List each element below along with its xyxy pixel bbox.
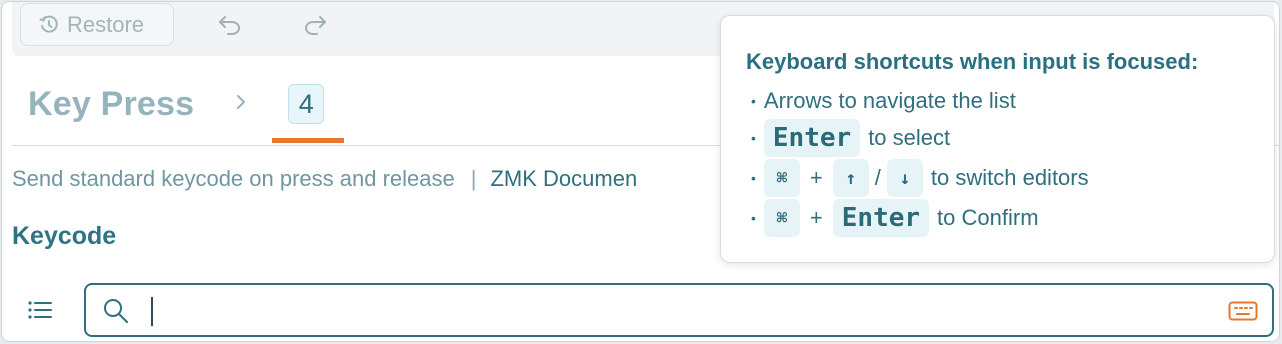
keycode-search-input[interactable]: [146, 295, 1210, 327]
command-key: ⌘: [763, 159, 800, 197]
breadcrumb-value-tab[interactable]: 4: [288, 84, 325, 124]
list-icon: [28, 301, 52, 319]
shortcut-row-select: • Enter to select: [751, 119, 950, 157]
shortcut-row-switch-editors: • ⌘ + ↑ / ↓ to switch editors: [751, 159, 1089, 197]
chevron-right-icon: [234, 92, 248, 117]
restore-icon: [39, 15, 58, 33]
shortcut-text: to Confirm: [937, 205, 1039, 230]
shortcut-text: to select: [868, 125, 951, 150]
keycode-search-box[interactable]: [84, 283, 1274, 337]
restore-button[interactable]: Restore: [20, 3, 174, 46]
restore-label: Restore: [67, 11, 145, 37]
description-separator: |: [470, 166, 477, 191]
bullet: •: [751, 93, 756, 109]
keyboard-shortcuts-popover: Keyboard shortcuts when input is focused…: [720, 15, 1275, 263]
slash-sign: /: [874, 165, 881, 190]
bullet: •: [751, 130, 756, 146]
shortcut-row-navigate: • Arrows to navigate the list: [751, 88, 1016, 114]
redo-button[interactable]: [300, 12, 330, 38]
shortcut-text: Arrows to navigate the list: [763, 88, 1016, 113]
shortcuts-title: Keyboard shortcuts when input is focused…: [746, 49, 1199, 74]
bullet: •: [751, 210, 756, 226]
text-caret: [151, 297, 153, 326]
redo-icon: [305, 16, 326, 35]
command-key: ⌘: [763, 199, 800, 237]
arrow-up-key: ↑: [832, 159, 869, 197]
arrow-down-key: ↓: [886, 159, 923, 197]
search-icon: [102, 297, 130, 330]
zmk-documentation-link[interactable]: ZMK Documen: [490, 166, 637, 191]
breadcrumb: Key Press 4: [28, 82, 325, 126]
enter-key: Enter: [832, 199, 930, 237]
plus-sign: +: [809, 165, 823, 190]
shortcut-text: to switch editors: [930, 165, 1089, 190]
list-view-button[interactable]: [26, 298, 54, 322]
active-tab-underline: [272, 138, 344, 143]
behavior-description: Send standard keycode on press and relea…: [12, 166, 637, 192]
keycode-heading: Keycode: [12, 222, 117, 250]
enter-key: Enter: [763, 119, 861, 157]
plus-sign: +: [809, 205, 823, 230]
bullet: •: [751, 170, 756, 186]
breadcrumb-title[interactable]: Key Press: [28, 85, 194, 124]
undo-icon: [219, 16, 240, 35]
keyboard-icon[interactable]: [1228, 301, 1258, 326]
undo-button[interactable]: [215, 12, 245, 38]
description-text: Send standard keycode on press and relea…: [12, 166, 455, 191]
shortcut-row-confirm: • ⌘ + Enter to Confirm: [751, 199, 1039, 237]
editor-panel: Restore Key Press 4 Send standard keycod…: [1, 1, 1280, 342]
